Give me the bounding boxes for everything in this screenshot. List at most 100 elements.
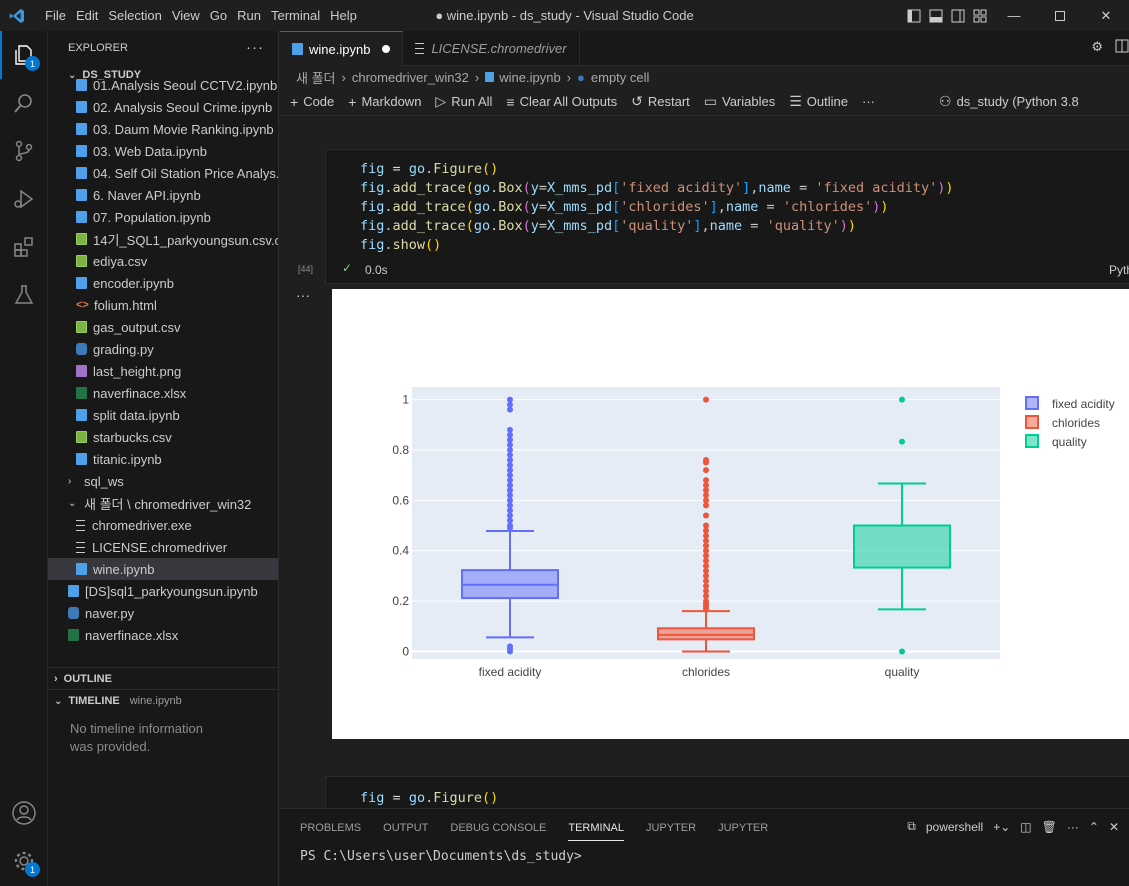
cell-language[interactable]: Pyth xyxy=(1109,263,1129,277)
file-item[interactable]: <> folium.html xyxy=(48,294,278,316)
file-item[interactable]: ediya.csv xyxy=(48,250,278,272)
file-item[interactable]: naverfinace.xlsx xyxy=(48,382,278,404)
window-controls: — ✕ xyxy=(903,0,1129,31)
legend-swatch xyxy=(1025,396,1039,410)
panel-tab-debug-console[interactable]: DEBUG CONSOLE xyxy=(450,816,546,840)
file-item[interactable]: ⌄ 새 폴더 \ chromedriver_win32 xyxy=(48,492,278,514)
code-cell[interactable]: fig = go.Figure() fig.add_trace(go.Box(y… xyxy=(325,149,1129,284)
timeline-file: wine.ipynb xyxy=(129,695,182,707)
menu-run[interactable]: Run xyxy=(232,0,266,31)
source-control-icon[interactable] xyxy=(0,127,48,175)
csv-icon xyxy=(76,321,87,333)
output-actions-icon[interactable]: ··· xyxy=(296,287,310,303)
file-name: sql_ws xyxy=(84,473,124,489)
split-editor-icon[interactable] xyxy=(1115,39,1129,56)
shell-name[interactable]: powershell xyxy=(926,820,983,834)
file-item[interactable]: last_height.png xyxy=(48,360,278,382)
settings-icon[interactable]: ⚙ xyxy=(1091,39,1103,56)
settings-gear-icon[interactable]: 1 xyxy=(0,837,48,885)
menu-selection[interactable]: Selection xyxy=(103,0,166,31)
panel-tab-jupyter[interactable]: JUPYTER xyxy=(646,816,696,840)
split-terminal-icon[interactable]: ◫ xyxy=(1020,820,1031,834)
new-terminal-icon[interactable]: +⌄ xyxy=(993,820,1010,834)
restart-button[interactable]: ↺ Restart xyxy=(631,93,690,110)
file-item[interactable]: titanic.ipynb xyxy=(48,448,278,470)
more-icon[interactable]: ··· xyxy=(862,94,875,109)
panel-tab-problems[interactable]: PROBLEMS xyxy=(300,816,361,840)
extensions-icon[interactable] xyxy=(0,223,48,271)
next-code-editor[interactable]: fig = go.Figure() xyxy=(326,777,1129,808)
variables-button[interactable]: ▭ Variables xyxy=(704,93,775,110)
menu-edit[interactable]: Edit xyxy=(71,0,103,31)
search-icon[interactable] xyxy=(0,79,48,127)
menu-terminal[interactable]: Terminal xyxy=(266,0,325,31)
toggle-panel-icon[interactable] xyxy=(925,0,947,31)
kernel-picker[interactable]: ⚇ ds_study (Python 3.8 xyxy=(939,93,1079,110)
clear-outputs-button[interactable]: ≡ Clear All Outputs xyxy=(506,94,617,110)
file-item[interactable]: 04. Self Oil Station Price Analys... xyxy=(48,162,278,184)
breadcrumb-subfolder[interactable]: chromedriver_win32 xyxy=(352,70,469,85)
terminal-prompt[interactable]: PS C:\Users\user\Documents\ds_study> xyxy=(280,847,1129,867)
activity-bar: 1 1 xyxy=(0,31,48,886)
code-editor[interactable]: fig = go.Figure() fig.add_trace(go.Box(y… xyxy=(326,150,1129,255)
file-item[interactable]: 6. Naver API.ipynb xyxy=(48,184,278,206)
file-item[interactable]: LICENSE.chromedriver xyxy=(48,536,278,558)
menu-view[interactable]: View xyxy=(167,0,205,31)
file-item[interactable]: 02. Analysis Seoul Crime.ipynb xyxy=(48,96,278,118)
file-item[interactable]: 07. Population.ipynb xyxy=(48,206,278,228)
more-icon[interactable]: ··· xyxy=(1067,820,1079,834)
close-panel-icon[interactable]: ✕ xyxy=(1109,820,1119,834)
box-plot-chart: 0 0.2 0.4 0.6 0.8 1 fixed acidity fixed acidity… xyxy=(392,387,1115,679)
file-item[interactable]: split data.ipynb xyxy=(48,404,278,426)
breadcrumb-folder[interactable]: 새 폴더 xyxy=(296,68,336,87)
panel-tab-output[interactable]: OUTPUT xyxy=(383,816,428,840)
file-item[interactable]: 03. Web Data.ipynb xyxy=(48,140,278,162)
unsaved-dot-icon[interactable] xyxy=(382,45,391,53)
file-item[interactable]: 03. Daum Movie Ranking.ipynb xyxy=(48,118,278,140)
explorer-icon[interactable]: 1 xyxy=(0,31,48,79)
tab-license[interactable]: LICENSE.chromedriver xyxy=(403,31,580,66)
toggle-secondary-sidebar-icon[interactable] xyxy=(947,0,969,31)
file-item[interactable]: starbucks.csv xyxy=(48,426,278,448)
panel-tab-terminal[interactable]: TERMINAL xyxy=(568,816,624,841)
breadcrumb-cell[interactable]: empty cell xyxy=(591,70,650,85)
toggle-sidebar-icon[interactable] xyxy=(903,0,925,31)
maximize-icon[interactable] xyxy=(1037,0,1083,31)
run-debug-icon[interactable] xyxy=(0,175,48,223)
file-item[interactable]: › sql_ws xyxy=(48,470,278,492)
menu-file[interactable]: File xyxy=(40,0,71,31)
y-tick-label: 0 xyxy=(402,644,409,658)
tab-wine-ipynb[interactable]: wine.ipynb xyxy=(280,31,404,66)
file-item[interactable]: grading.py xyxy=(48,338,278,360)
file-item[interactable]: 01.Analysis Seoul CCTV2.ipynb xyxy=(48,74,278,96)
file-item[interactable]: [DS]sql1_parkyoungsun.ipynb xyxy=(48,580,278,602)
file-item[interactable]: chromedriver.exe xyxy=(48,514,278,536)
minimize-icon[interactable]: — xyxy=(991,0,1037,31)
outline-button[interactable]: ☰ Outline xyxy=(789,93,848,110)
run-all-button[interactable]: ▷ Run All xyxy=(435,93,492,110)
kill-terminal-icon[interactable]: 🗑 xyxy=(1042,820,1057,834)
outline-section[interactable]: › OUTLINE xyxy=(48,667,278,689)
menu-help[interactable]: Help xyxy=(325,0,362,31)
breadcrumb-file[interactable]: wine.ipynb xyxy=(499,70,560,85)
close-icon[interactable]: ✕ xyxy=(1083,0,1129,31)
maximize-panel-icon[interactable]: ⌃ xyxy=(1089,820,1099,834)
explorer-sidebar: EXPLORER ··· ⌄ DS_STUDY 01.Analysis Seoul… xyxy=(48,31,279,886)
customize-layout-icon[interactable] xyxy=(969,0,991,31)
add-markdown-button[interactable]: + Markdown xyxy=(348,94,421,110)
timeline-header[interactable]: ⌄ TIMELINE wine.ipynb xyxy=(48,690,278,712)
file-item[interactable]: gas_output.csv xyxy=(48,316,278,338)
y-tick-label: 0.6 xyxy=(392,493,409,507)
file-item[interactable]: encoder.ipynb xyxy=(48,272,278,294)
outlier-point xyxy=(703,457,709,464)
file-item[interactable]: wine.ipynb xyxy=(48,558,278,580)
file-item[interactable]: naverfinace.xlsx xyxy=(48,624,278,646)
panel-tab-jupyter[interactable]: JUPYTER xyxy=(718,816,768,840)
file-item[interactable]: 14기_SQL1_parkyoungsun.csv.c... xyxy=(48,228,278,250)
testing-icon[interactable] xyxy=(0,271,48,319)
file-item[interactable]: naver.py xyxy=(48,602,278,624)
more-actions-icon[interactable]: ··· xyxy=(246,39,264,56)
add-code-button[interactable]: + Code xyxy=(290,94,334,110)
account-icon[interactable] xyxy=(0,789,48,837)
menu-go[interactable]: Go xyxy=(205,0,232,31)
